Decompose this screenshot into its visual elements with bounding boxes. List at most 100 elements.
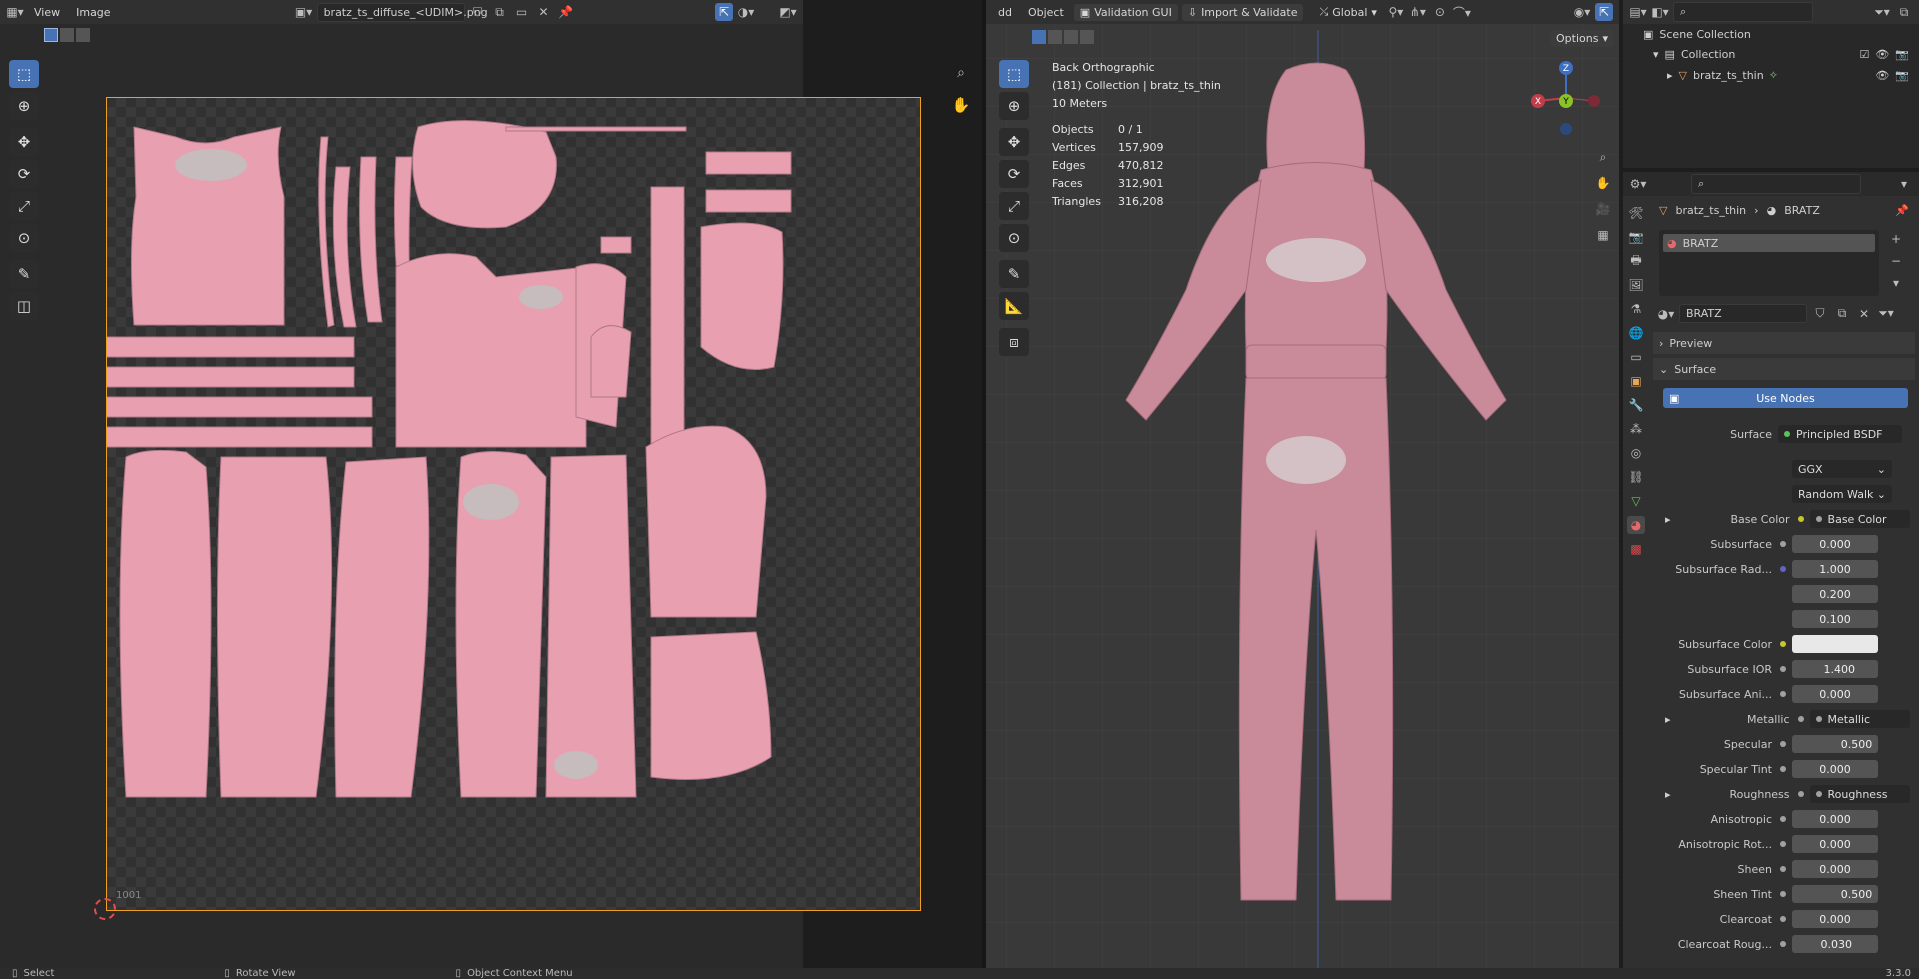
value-slider[interactable]: 0.500: [1792, 885, 1878, 903]
modifier-tab-icon[interactable]: 🔧: [1627, 396, 1645, 414]
material-slot-list[interactable]: ◕ BRATZ: [1659, 230, 1879, 296]
socket-icon[interactable]: [1778, 916, 1788, 922]
snap-icon[interactable]: ⋔▾: [1409, 3, 1427, 21]
outliner-item-collection[interactable]: ▾ ▤ Collection ☑ 👁 📷: [1653, 48, 1909, 61]
grid-icon[interactable]: ▦: [1594, 222, 1612, 248]
validation-gui-button[interactable]: ▣ Validation GUI: [1073, 3, 1178, 21]
properties-search-input[interactable]: ⌕: [1691, 174, 1861, 194]
select-box-tool[interactable]: ⬚: [9, 60, 39, 88]
pivot-icon[interactable]: ⚲▾: [1387, 3, 1405, 21]
material-slot[interactable]: ◕ BRATZ: [1663, 234, 1875, 252]
gizmo-toggle-icon[interactable]: ⇱: [1595, 3, 1613, 21]
open-image-icon[interactable]: ▭: [513, 3, 531, 21]
remove-slot-icon[interactable]: −: [1887, 252, 1905, 270]
image-name-field[interactable]: bratz_ts_diffuse_<UDIM>.png: [316, 2, 488, 22]
surface-panel-header[interactable]: ⌄ Surface: [1653, 358, 1915, 380]
add-menu[interactable]: dd: [992, 4, 1018, 21]
texture-tab-icon[interactable]: ▩: [1627, 540, 1645, 558]
zoom-icon[interactable]: ⌕: [948, 62, 974, 84]
checkbox-icon[interactable]: ☑: [1859, 48, 1869, 61]
view-layer-tab-icon[interactable]: 🖼: [1627, 276, 1645, 294]
add-cube-tool[interactable]: ⧈: [999, 328, 1029, 356]
transform-tool[interactable]: ⊙: [999, 224, 1029, 252]
transform-orientation-dropdown[interactable]: ⤯ Global ▾: [1313, 3, 1382, 21]
pin-icon[interactable]: 📌: [1895, 204, 1909, 217]
tool-tab-icon[interactable]: 🛠: [1627, 204, 1645, 222]
image-menu[interactable]: Image: [70, 4, 116, 21]
socket-icon[interactable]: [1796, 516, 1806, 522]
camera-icon[interactable]: 📷: [1895, 48, 1909, 61]
material-name-field[interactable]: BRATZ: [1679, 304, 1807, 323]
chevron-down-icon[interactable]: ▾: [1895, 175, 1913, 193]
transform-tool[interactable]: ⊙: [9, 224, 39, 252]
camera-icon[interactable]: 🎥: [1594, 196, 1612, 222]
distribution-dropdown[interactable]: GGX ⌄: [1792, 460, 1892, 478]
physics-tab-icon[interactable]: ◎: [1627, 444, 1645, 462]
character-model[interactable]: [1046, 60, 1586, 920]
import-validate-button[interactable]: ⇩ Import & Validate: [1181, 3, 1304, 21]
output-tab-icon[interactable]: 🖶: [1627, 252, 1645, 270]
value-slider[interactable]: 0.000: [1792, 810, 1878, 828]
unlink-image-icon[interactable]: ✕: [535, 3, 553, 21]
constraints-tab-icon[interactable]: ⛓: [1627, 468, 1645, 486]
socket-icon[interactable]: [1778, 841, 1788, 847]
linked-input-field[interactable]: Metallic: [1809, 710, 1910, 728]
select-mode-buttons[interactable]: [44, 28, 90, 42]
falloff-icon[interactable]: ⌒▾: [1453, 3, 1471, 21]
scale-tool[interactable]: ⤢: [999, 192, 1029, 220]
surface-shader-field[interactable]: Principled BSDF: [1778, 425, 1902, 443]
browse-material-icon[interactable]: ◕▾: [1657, 305, 1675, 323]
socket-icon[interactable]: [1778, 766, 1788, 772]
socket-icon[interactable]: [1778, 741, 1788, 747]
duplicate-image-icon[interactable]: ⧉: [491, 3, 509, 21]
value-slider[interactable]: 0.000: [1792, 535, 1878, 553]
rotate-tool[interactable]: ⟳: [9, 160, 39, 188]
value-slider[interactable]: 0.500: [1792, 735, 1878, 753]
socket-icon[interactable]: [1778, 541, 1788, 547]
editor-type-icon[interactable]: ▦▾: [6, 3, 24, 21]
value-slider[interactable]: 0.000: [1792, 910, 1878, 928]
add-slot-icon[interactable]: +: [1887, 230, 1905, 248]
object-menu[interactable]: Object: [1022, 4, 1070, 21]
data-tab-icon[interactable]: ▽: [1627, 492, 1645, 510]
new-collection-icon[interactable]: ⧉: [1895, 3, 1913, 21]
mode-buttons[interactable]: [1032, 30, 1094, 44]
snap-icon[interactable]: ⇱: [715, 3, 733, 21]
value-slider[interactable]: 0.030: [1792, 935, 1878, 953]
cursor-tool[interactable]: ⊕: [9, 92, 39, 120]
3d-viewport[interactable]: dd Object ▣ Validation GUI ⇩ Import & Vali…: [986, 0, 1619, 968]
outliner-item-object[interactable]: ▸ ▽ bratz_ts_thin ⟡ 👁 📷: [1667, 68, 1909, 82]
rotate-tool[interactable]: ⟳: [999, 160, 1029, 188]
editor-type-icon[interactable]: ▤▾: [1629, 3, 1647, 21]
outliner-item-scene[interactable]: ▣ Scene Collection: [1643, 28, 1751, 41]
eye-icon[interactable]: 👁: [1875, 48, 1889, 61]
socket-icon[interactable]: [1778, 866, 1788, 872]
camera-icon[interactable]: 📷: [1895, 69, 1909, 82]
object-tab-icon[interactable]: ▣: [1627, 372, 1645, 390]
linked-input-field[interactable]: Base Color: [1809, 510, 1910, 528]
unlink-material-icon[interactable]: ✕: [1855, 305, 1873, 323]
pan-hand-icon[interactable]: ✋: [948, 92, 974, 118]
value-slider[interactable]: 0.000: [1792, 760, 1878, 778]
scale-tool[interactable]: ⤢: [9, 192, 39, 220]
eye-icon[interactable]: 👁: [1875, 69, 1889, 82]
value-slider[interactable]: 1.000: [1792, 560, 1878, 578]
collection-tab-icon[interactable]: ▭: [1627, 348, 1645, 366]
options-dropdown[interactable]: Options ▾: [1550, 30, 1614, 47]
measure-tool[interactable]: 📐: [999, 292, 1029, 320]
value-slider[interactable]: 0.000: [1792, 860, 1878, 878]
pin-icon[interactable]: 📌: [557, 3, 575, 21]
scene-tab-icon[interactable]: ⚗: [1627, 300, 1645, 318]
subsurface-method-dropdown[interactable]: Random Walk ⌄: [1792, 485, 1892, 503]
filter-icon[interactable]: ⏷▾: [1873, 3, 1891, 21]
navigation-gizmo[interactable]: Z X Y: [1526, 58, 1606, 138]
socket-icon[interactable]: [1778, 666, 1788, 672]
socket-icon[interactable]: [1796, 716, 1806, 722]
use-nodes-button[interactable]: ▣ Use Nodes: [1663, 388, 1908, 408]
socket-icon[interactable]: [1778, 891, 1788, 897]
preview-panel-header[interactable]: › Preview: [1653, 332, 1915, 354]
rip-tool[interactable]: ◫: [9, 292, 39, 320]
socket-icon[interactable]: [1778, 816, 1788, 822]
display-channels-icon[interactable]: ◩▾: [779, 3, 797, 21]
value-slider[interactable]: 0.000: [1792, 685, 1878, 703]
